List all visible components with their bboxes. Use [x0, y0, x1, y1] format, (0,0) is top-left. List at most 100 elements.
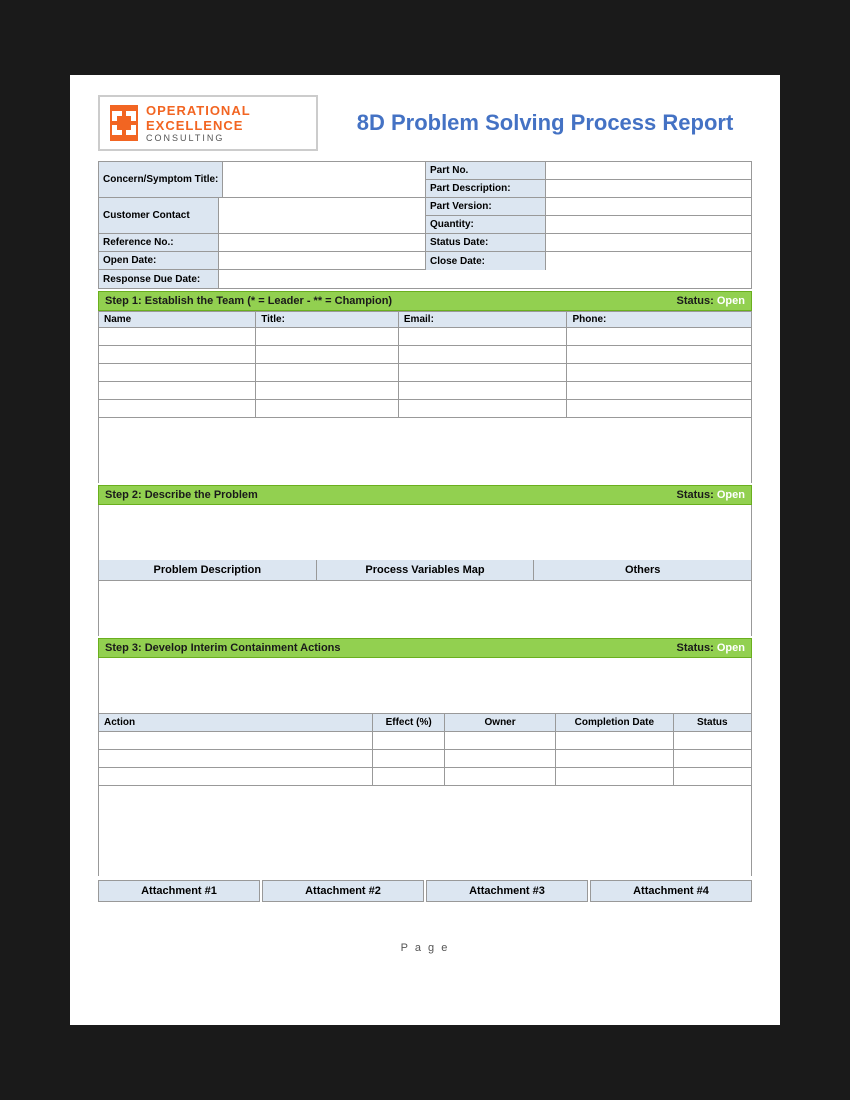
team-table: Name Title: Email: Phone: — [98, 311, 752, 418]
table-row — [99, 328, 752, 346]
step3-status: Status: Open — [677, 642, 745, 654]
cell-email[interactable] — [398, 346, 567, 364]
col-status: Status — [673, 714, 751, 732]
cell-status[interactable] — [673, 768, 751, 786]
cell-title[interactable] — [256, 364, 399, 382]
cell-email[interactable] — [398, 400, 567, 418]
cell-owner[interactable] — [445, 750, 556, 768]
ref-row: Reference No.: — [99, 234, 425, 252]
cell-effect[interactable] — [373, 750, 445, 768]
cell-phone[interactable] — [567, 346, 752, 364]
attachment-2[interactable]: Attachment #2 — [262, 880, 424, 902]
cell-title[interactable] — [256, 346, 399, 364]
team-header-row: Name Title: Email: Phone: — [99, 312, 752, 328]
cell-action[interactable] — [99, 768, 373, 786]
logo-subtitle: CONSULTING — [146, 133, 306, 143]
step2-title: Step 2: Describe the Problem — [105, 489, 258, 501]
tab-others[interactable]: Others — [534, 560, 751, 580]
info-right: Part No. Part Description: Part Version:… — [425, 162, 751, 288]
attachment-row: Attachment #1 Attachment #2 Attachment #… — [98, 880, 752, 902]
cell-name[interactable] — [99, 364, 256, 382]
response-label: Response Due Date: — [99, 270, 219, 288]
col-owner: Owner — [445, 714, 556, 732]
step3-status-value: Open — [717, 642, 745, 654]
attachment-1[interactable]: Attachment #1 — [98, 880, 260, 902]
col-effect: Effect (%) — [373, 714, 445, 732]
partdesc-label: Part Description: — [426, 180, 546, 197]
cell-status[interactable] — [673, 750, 751, 768]
info-left: Concern/Symptom Title: Customer Contact … — [99, 162, 425, 288]
close-date-label: Close Date: — [426, 252, 546, 270]
step2-status-value: Open — [717, 489, 745, 501]
cell-action[interactable] — [99, 750, 373, 768]
cell-name[interactable] — [99, 328, 256, 346]
step1-title: Step 1: Establish the Team (* = Leader -… — [105, 295, 392, 307]
step2-tab-content — [98, 581, 752, 636]
cell-title[interactable] — [256, 382, 399, 400]
concern-value[interactable] — [223, 162, 425, 197]
step1-status-value: Open — [717, 295, 745, 307]
ref-value[interactable] — [219, 234, 425, 251]
problem-tabs: Problem Description Process Variables Ma… — [98, 560, 752, 581]
table-row — [99, 750, 752, 768]
partver-value[interactable] — [546, 198, 751, 215]
cell-completion[interactable] — [556, 750, 674, 768]
action-header-row: Action Effect (%) Owner Completion Date … — [99, 714, 752, 732]
logo-box: Operational Excellence CONSULTING — [98, 95, 318, 151]
cell-status[interactable] — [673, 732, 751, 750]
cell-owner[interactable] — [445, 732, 556, 750]
qty-label: Quantity: — [426, 216, 546, 233]
cell-name[interactable] — [99, 346, 256, 364]
tab-process-variables[interactable]: Process Variables Map — [317, 560, 535, 580]
cell-email[interactable] — [398, 364, 567, 382]
step3-header: Step 3: Develop Interim Containment Acti… — [98, 638, 752, 658]
tab-problem-description[interactable]: Problem Description — [99, 560, 317, 580]
table-row — [99, 382, 752, 400]
open-date-value[interactable] — [219, 252, 425, 269]
table-row — [99, 768, 752, 786]
page-footer: P a g e — [98, 942, 752, 954]
attachment-3[interactable]: Attachment #3 — [426, 880, 588, 902]
cell-title[interactable] — [256, 328, 399, 346]
cell-phone[interactable] — [567, 364, 752, 382]
info-grid: Concern/Symptom Title: Customer Contact … — [98, 161, 752, 289]
ref-label: Reference No.: — [99, 234, 219, 251]
partdesc-value[interactable] — [546, 180, 751, 197]
action-table: Action Effect (%) Owner Completion Date … — [98, 713, 752, 786]
cell-name[interactable] — [99, 400, 256, 418]
cell-completion[interactable] — [556, 768, 674, 786]
concern-label: Concern/Symptom Title: — [99, 162, 223, 197]
cell-owner[interactable] — [445, 768, 556, 786]
cell-effect[interactable] — [373, 732, 445, 750]
cell-email[interactable] — [398, 328, 567, 346]
report-title: 8D Problem Solving Process Report — [318, 110, 752, 136]
cell-phone[interactable] — [567, 382, 752, 400]
cell-phone[interactable] — [567, 328, 752, 346]
cell-action[interactable] — [99, 732, 373, 750]
status-date-row: Status Date: — [425, 234, 751, 252]
cell-name[interactable] — [99, 382, 256, 400]
cell-completion[interactable] — [556, 732, 674, 750]
page-label: P a g e — [401, 942, 450, 954]
cell-phone[interactable] — [567, 400, 752, 418]
customer-value[interactable] — [219, 198, 425, 233]
attachment-4[interactable]: Attachment #4 — [590, 880, 752, 902]
cell-effect[interactable] — [373, 768, 445, 786]
col-email: Email: — [398, 312, 567, 328]
step1-content-area — [98, 418, 752, 483]
partver-label: Part Version: — [426, 198, 546, 215]
status-date-value[interactable] — [546, 234, 751, 251]
col-action: Action — [99, 714, 373, 732]
partno-value[interactable] — [546, 162, 751, 179]
close-date-value[interactable] — [546, 252, 751, 270]
step2-header: Step 2: Describe the Problem Status: Ope… — [98, 485, 752, 505]
qty-value[interactable] — [546, 216, 751, 233]
partno-label: Part No. — [426, 162, 546, 179]
customer-row: Customer Contact — [99, 198, 425, 234]
partno-row: Part No. — [425, 162, 751, 180]
col-name: Name — [99, 312, 256, 328]
response-value[interactable] — [219, 270, 425, 288]
col-title: Title: — [256, 312, 399, 328]
cell-title[interactable] — [256, 400, 399, 418]
cell-email[interactable] — [398, 382, 567, 400]
